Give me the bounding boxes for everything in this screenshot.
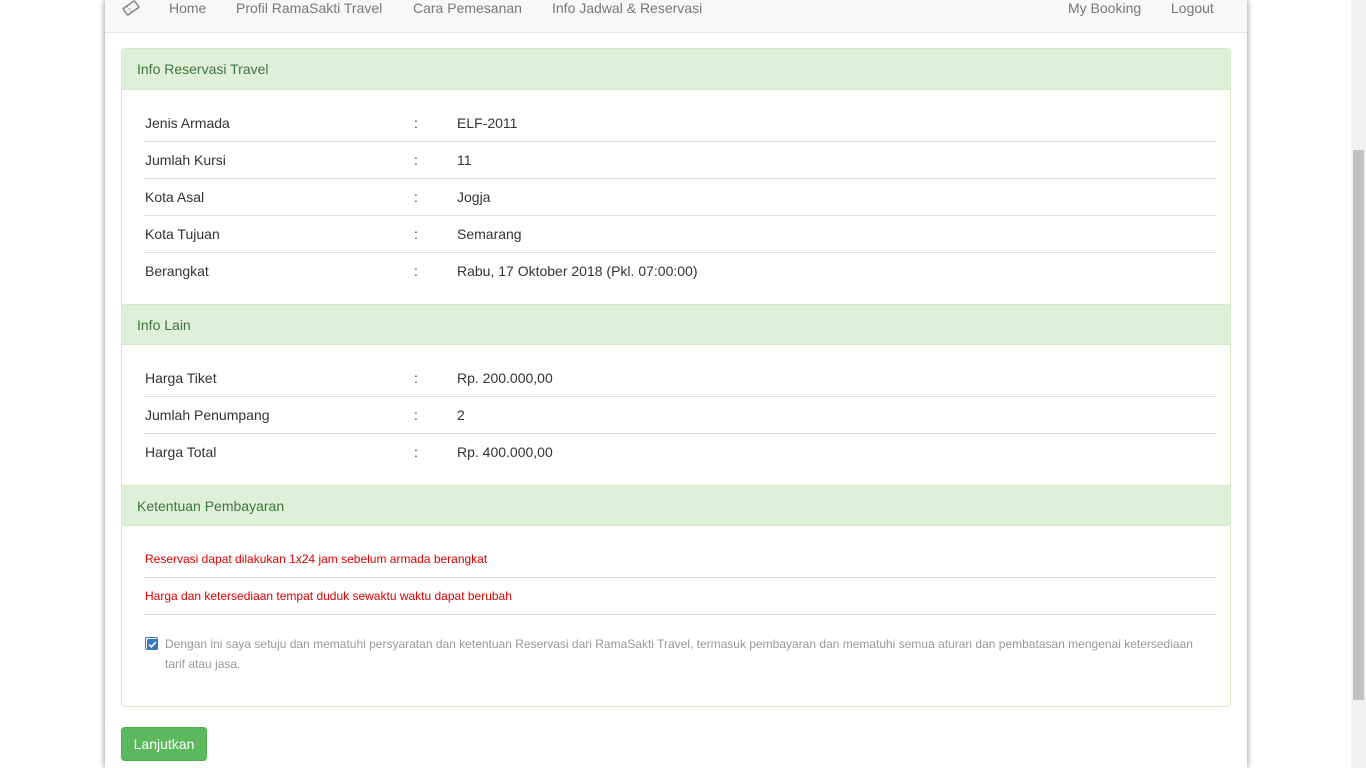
row-colon: : [414,226,418,242]
row-value: Rp. 200.000,00 [457,370,553,386]
check-icon [147,639,158,650]
row-label: Jumlah Penumpang [145,407,270,423]
agreement-text: Dengan ini saya setuju dan mematuhi pers… [165,637,1193,671]
row-colon: : [414,444,418,460]
row-colon: : [414,189,418,205]
row-harga-total: Harga Total : Rp. 400.000,00 [144,434,1216,471]
row-berangkat: Berangkat : Rabu, 17 Oktober 2018 (Pkl. … [144,253,1216,290]
nav-profil[interactable]: Profil RamaSakti Travel [236,0,382,18]
row-jumlah-penumpang: Jumlah Penumpang : 2 [144,397,1216,434]
page-scrollbar[interactable] [1351,0,1366,768]
row-value: Semarang [457,226,522,242]
heading-ketentuan: Ketentuan Pembayaran [122,485,1230,526]
nav-my-booking[interactable]: My Booking [1068,0,1141,18]
row-value: ELF-2011 [457,115,518,131]
row-value: Jogja [457,189,491,205]
row-value: Rabu, 17 Oktober 2018 (Pkl. 07:00:00) [457,263,698,279]
nav-home[interactable]: Home [169,0,206,18]
row-label: Kota Tujuan [145,226,220,242]
nav-info-jadwal[interactable]: Info Jadwal & Reservasi [552,0,702,18]
nav-logout[interactable]: Logout [1171,0,1214,18]
agreement-checkbox-row[interactable]: Dengan ini saya setuju dan mematuhi pers… [144,634,1216,674]
row-label: Kota Asal [145,189,205,205]
row-label: Berangkat [145,263,209,279]
row-colon: : [414,115,418,131]
top-navbar: Home Profil RamaSakti Travel Cara Pemesa… [105,0,1247,33]
reservation-panel: Info Reservasi Travel Jenis Armada : ELF… [121,48,1231,707]
row-kota-asal: Kota Asal : Jogja [144,179,1216,216]
nav-cara-pemesanan[interactable]: Cara Pemesanan [413,0,522,18]
heading-info-reservasi: Info Reservasi Travel [122,49,1230,90]
ticket-icon[interactable] [121,0,141,18]
row-colon: : [414,152,418,168]
row-jenis-armada: Jenis Armada : ELF-2011 [144,105,1216,142]
row-label: Jenis Armada [145,115,230,131]
row-value: Rp. 400.000,00 [457,444,553,460]
row-jumlah-kursi: Jumlah Kursi : 11 [144,142,1216,179]
row-label: Harga Total [145,444,217,460]
row-label: Jumlah Kursi [145,152,226,168]
rule-item: Reservasi dapat dilakukan 1x24 jam sebel… [144,541,1216,578]
row-label: Harga Tiket [145,370,217,386]
row-value: 2 [457,407,465,423]
scrollbar-thumb[interactable] [1353,150,1364,700]
lanjutkan-button[interactable]: Lanjutkan [121,727,207,761]
heading-info-lain: Info Lain [122,304,1230,345]
row-colon: : [414,263,418,279]
rule-item: Harga dan ketersediaan tempat duduk sewa… [144,578,1216,615]
row-colon: : [414,407,418,423]
row-colon: : [414,370,418,386]
row-harga-tiket: Harga Tiket : Rp. 200.000,00 [144,360,1216,397]
agreement-checkbox[interactable] [145,637,158,650]
row-kota-tujuan: Kota Tujuan : Semarang [144,216,1216,253]
page-container: Home Profil RamaSakti Travel Cara Pemesa… [105,0,1247,768]
row-value: 11 [457,152,472,168]
